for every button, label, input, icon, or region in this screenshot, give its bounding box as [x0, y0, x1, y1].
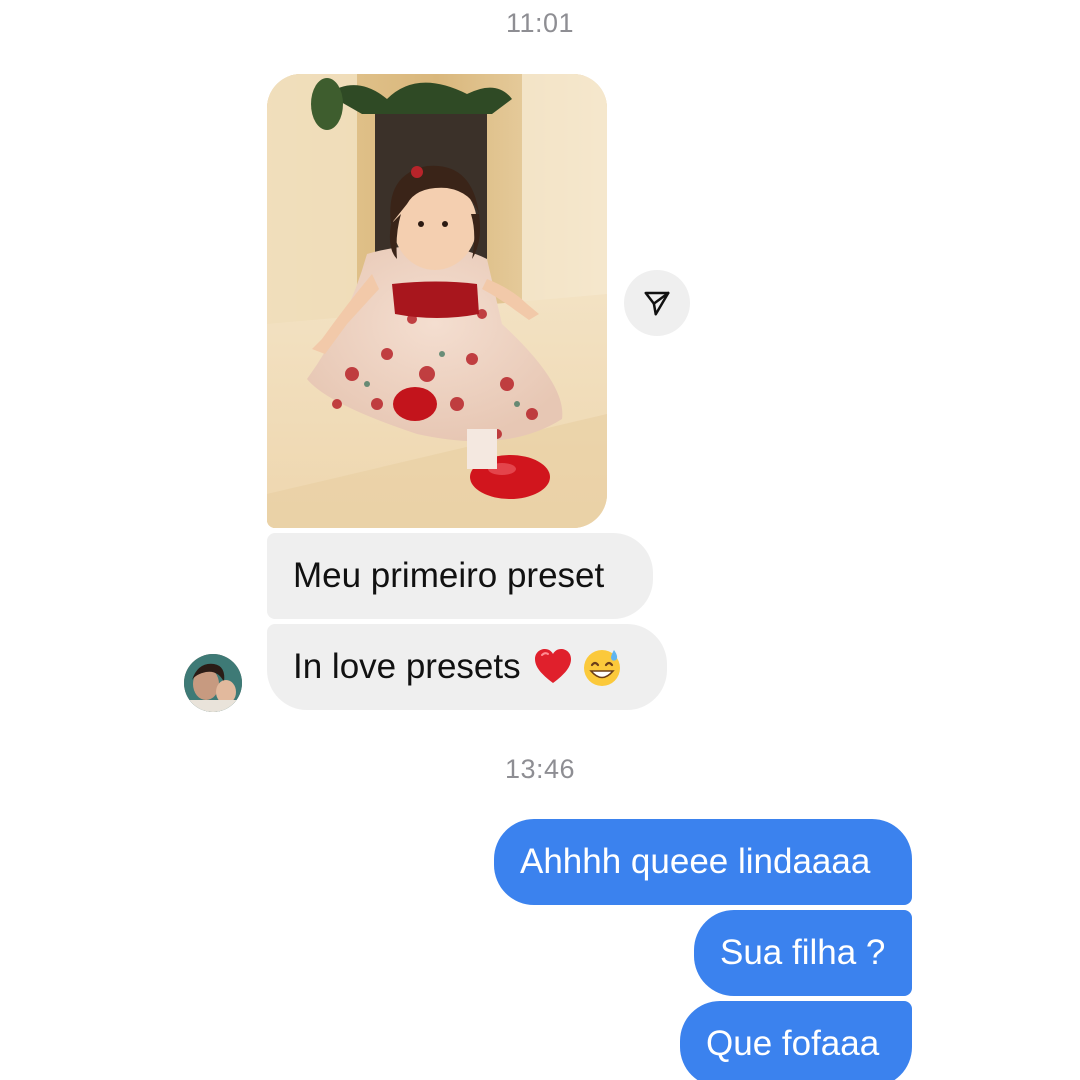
outgoing-message[interactable]: Que fofaaa [680, 1001, 912, 1080]
avatar[interactable] [184, 654, 242, 712]
outgoing-message[interactable]: Ahhhh queee lindaaaa [494, 819, 912, 905]
message-text: In love presets [293, 647, 521, 686]
incoming-message[interactable]: In love presets [267, 624, 667, 710]
timestamp: 13:46 [504, 754, 576, 784]
message-text: Meu primeiro preset [293, 556, 605, 595]
message-text: Que fofaaa [706, 1024, 880, 1063]
message-text: Ahhhh queee lindaaaa [520, 842, 871, 881]
outgoing-message[interactable]: Sua filha ? [694, 910, 912, 996]
photo-image [267, 74, 607, 528]
message-text: Sua filha ? [720, 933, 886, 972]
share-button[interactable] [624, 270, 690, 336]
incoming-message[interactable]: Meu primeiro preset [267, 533, 653, 619]
timestamp: 11:01 [505, 8, 575, 38]
paper-plane-icon [644, 291, 670, 316]
red-heart-icon [534, 649, 571, 683]
grinning-sweat-face-icon [583, 650, 620, 686]
chat-screen: 11:01 Meu primeiro preset In love preset… [0, 0, 1080, 1080]
photo-message[interactable] [267, 74, 607, 528]
